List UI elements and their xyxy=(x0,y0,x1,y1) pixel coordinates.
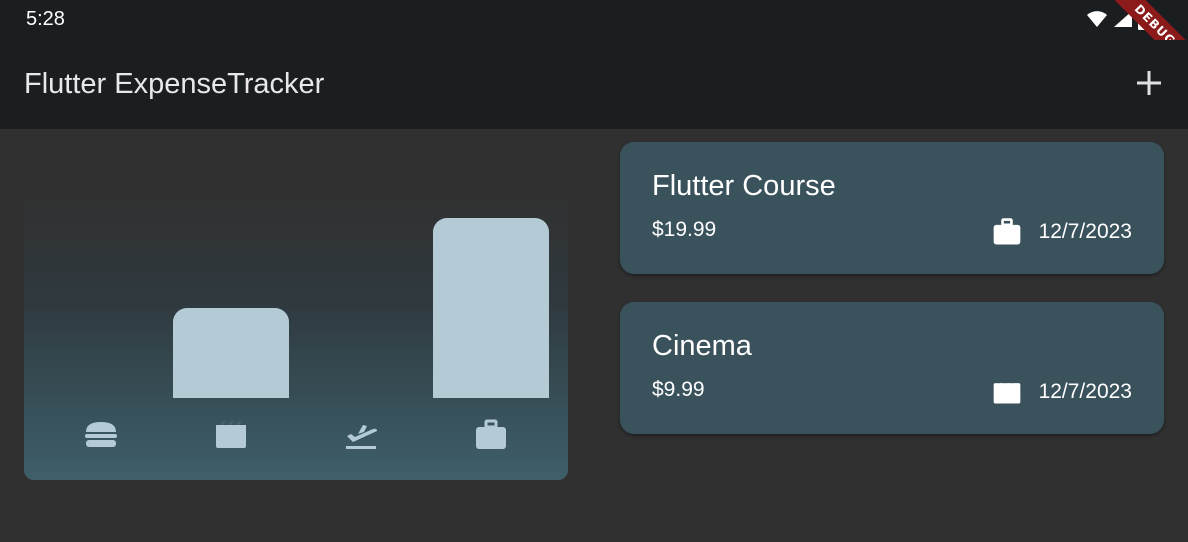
movie-icon xyxy=(993,379,1020,404)
expense-title: Cinema xyxy=(652,330,752,362)
burger-icon xyxy=(85,422,117,447)
app-title: Flutter ExpenseTracker xyxy=(24,68,325,100)
expense-date: 12/7/2023 xyxy=(1038,380,1132,403)
expense-meta: 12/7/2023 xyxy=(991,376,1132,408)
chart-bars xyxy=(24,188,568,398)
app-bar: Flutter ExpenseTracker xyxy=(0,40,1188,129)
status-bar: 5:28 xyxy=(0,0,1188,40)
chart-bar-leisure xyxy=(173,308,289,398)
expense-meta: 12/7/2023 xyxy=(991,216,1132,248)
flight-takeoff-icon xyxy=(346,425,377,449)
briefcase-icon xyxy=(993,218,1020,245)
briefcase-icon xyxy=(476,419,506,449)
add-icon xyxy=(1137,71,1161,95)
expense-chart xyxy=(24,188,568,480)
chart-bar-work xyxy=(433,218,549,398)
expense-card[interactable]: Flutter Course $19.99 12/7/2023 xyxy=(620,142,1164,274)
add-expense-button[interactable] xyxy=(1132,66,1166,100)
expense-amount: $19.99 xyxy=(652,218,717,241)
expense-date: 12/7/2023 xyxy=(1038,220,1132,243)
wifi-icon xyxy=(1087,11,1107,27)
status-time: 5:28 xyxy=(26,8,65,30)
expense-card[interactable]: Cinema $9.99 12/7/2023 xyxy=(620,302,1164,434)
expense-amount: $9.99 xyxy=(652,378,705,401)
movie-icon xyxy=(216,421,246,448)
expense-title: Flutter Course xyxy=(652,170,836,202)
